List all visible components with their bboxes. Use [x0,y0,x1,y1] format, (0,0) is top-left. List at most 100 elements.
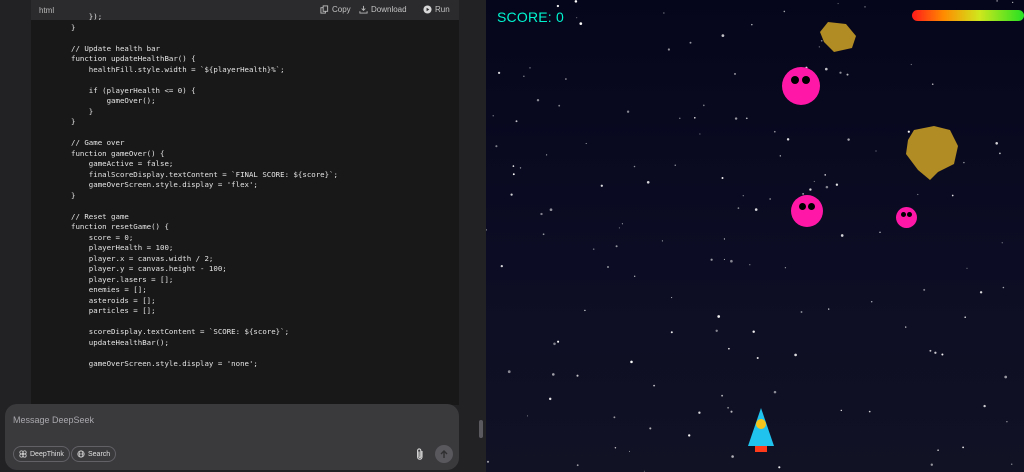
star [737,207,740,209]
run-button[interactable]: Run [423,5,450,14]
star [615,245,618,248]
star [723,258,725,260]
code-content: });} // Update health bar function update… [71,12,338,369]
search-button[interactable]: Search [71,446,117,462]
game-canvas[interactable]: SCORE: 0 [486,0,1024,472]
star [783,10,786,13]
star [905,326,907,328]
deepthink-button[interactable]: DeepThink [13,446,70,462]
enemy [782,67,820,105]
star [1004,375,1008,379]
star [721,394,724,397]
run-label: Run [435,5,450,14]
star [492,115,494,117]
star [667,48,671,51]
star [983,404,986,408]
code-line: gameActive = false; [71,159,174,168]
star [495,145,498,148]
star [553,342,556,346]
star [618,227,620,229]
star [540,212,543,216]
star [778,466,781,469]
play-icon [423,5,432,14]
star [868,410,871,413]
star [931,83,934,86]
code-block: html Copy Download Run });} // Update he… [31,0,459,405]
star [630,360,633,364]
scrollbar-thumb[interactable] [479,420,483,438]
star-field [486,0,1014,472]
star [507,370,511,374]
star [576,374,579,377]
star [628,450,631,452]
ship-thruster [755,445,767,452]
code-line: function gameOver() { [71,148,165,158]
enemy-offscreen [656,0,678,4]
enemy [896,207,917,228]
star [649,427,652,430]
star [964,316,967,319]
star [584,309,586,312]
star [923,288,926,291]
star [671,297,673,299]
star [592,248,595,250]
health-bar [912,10,1024,21]
star [679,117,681,120]
deepthink-icon [19,450,27,458]
star [875,150,877,152]
star [546,154,548,156]
star [835,183,839,186]
enemy-eye [907,212,912,217]
player-ship [748,408,774,452]
star [674,164,676,166]
send-button[interactable] [435,445,453,463]
enemy-eye [802,76,810,84]
star [840,409,843,412]
star [742,195,744,197]
star [941,353,944,356]
message-input[interactable]: Message DeepSeek [13,415,94,425]
star [512,165,515,167]
star [734,72,736,75]
code-line: } [71,106,94,116]
star [749,264,751,266]
star [551,373,555,376]
download-button[interactable]: Download [359,5,407,14]
star [670,331,673,334]
enemy-eye [901,212,906,217]
search-label: Search [88,450,111,458]
star [556,4,560,8]
star [996,0,998,2]
code-line: gameOverScreen.style.display = 'flex'; [71,180,258,189]
star [930,463,933,466]
code-line: finalScoreDisplay.textContent = `FINAL S… [71,169,338,179]
code-language-label: html [39,6,55,15]
star [979,291,983,294]
star [661,240,663,242]
star [773,390,777,394]
star [723,238,725,240]
code-line: } [71,117,76,126]
chat-panel: html Copy Download Run });} // Update he… [0,0,486,472]
code-line: score = 0; [71,232,134,242]
star [1006,420,1008,423]
star [510,193,513,196]
code-line: scoreDisplay.textContent = `SCORE: ${sco… [71,327,290,336]
star [565,78,567,80]
star [951,194,954,197]
code-line: particles = []; [71,306,156,315]
star [839,71,842,74]
globe-icon [77,450,85,458]
code-line: function resetGame() { [71,222,169,231]
star [663,12,665,14]
star [929,349,932,352]
star [699,133,701,135]
message-composer[interactable]: Message DeepSeek DeepThink Search [5,404,459,470]
star [721,177,724,179]
star [734,117,738,120]
star [523,75,525,77]
paperclip-icon[interactable] [414,447,426,461]
star [576,464,579,467]
